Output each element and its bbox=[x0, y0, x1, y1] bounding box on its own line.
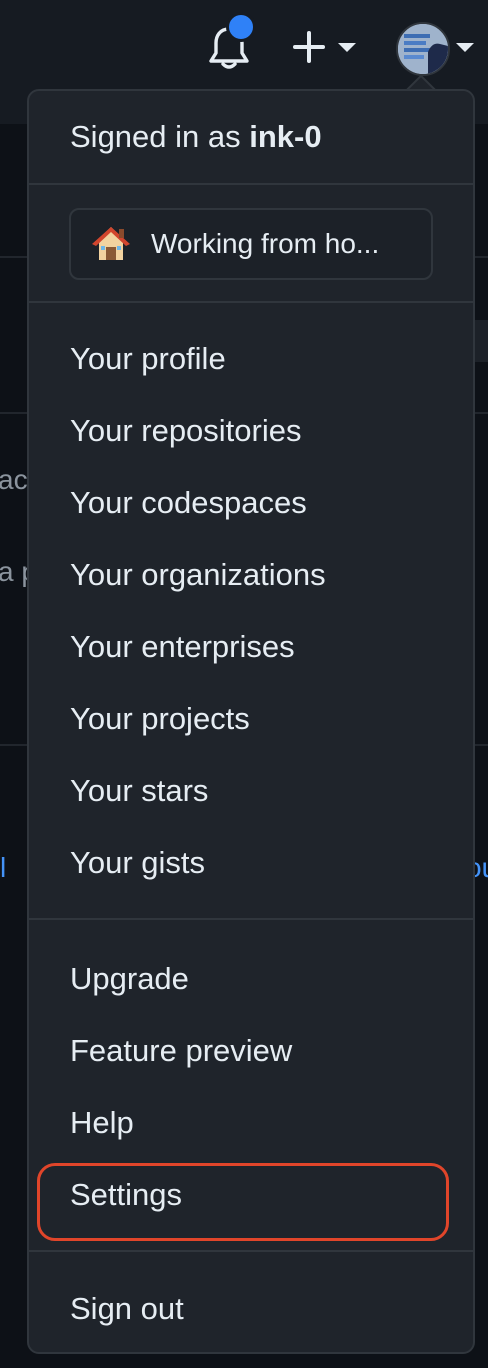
menu-item-feature-preview[interactable]: Feature preview bbox=[70, 1033, 292, 1069]
user-menu-dropdown: Signed in as ink-0 Working from ho... Yo… bbox=[27, 89, 475, 1354]
chevron-down-icon[interactable] bbox=[338, 43, 356, 52]
username: ink-0 bbox=[249, 119, 322, 154]
menu-item-your-gists[interactable]: Your gists bbox=[70, 845, 205, 881]
menu-item-upgrade[interactable]: Upgrade bbox=[70, 961, 189, 997]
menu-divider bbox=[29, 301, 473, 303]
page: ac a p l ou Signed in as ink-0 Working f… bbox=[0, 0, 488, 1368]
chevron-down-icon[interactable] bbox=[456, 43, 474, 52]
set-status-button[interactable]: Working from ho... bbox=[69, 208, 433, 280]
menu-item-your-repositories[interactable]: Your repositories bbox=[70, 413, 302, 449]
status-text: Working from ho... bbox=[151, 228, 380, 259]
menu-item-help[interactable]: Help bbox=[70, 1105, 134, 1141]
menu-item-your-projects[interactable]: Your projects bbox=[70, 701, 250, 737]
house-icon bbox=[92, 227, 130, 260]
menu-item-your-profile[interactable]: Your profile bbox=[70, 341, 226, 377]
signed-in-label: Signed in as ink-0 bbox=[70, 119, 322, 154]
avatar[interactable] bbox=[396, 22, 450, 76]
menu-divider bbox=[29, 1250, 473, 1252]
notification-indicator bbox=[226, 12, 256, 42]
background-link: l bbox=[0, 852, 7, 883]
menu-item-your-enterprises[interactable]: Your enterprises bbox=[70, 629, 295, 665]
settings-highlight-box bbox=[37, 1163, 449, 1241]
plus-icon[interactable] bbox=[292, 30, 326, 64]
menu-divider bbox=[29, 918, 473, 920]
menu-item-sign-out[interactable]: Sign out bbox=[70, 1291, 184, 1327]
menu-item-your-codespaces[interactable]: Your codespaces bbox=[70, 485, 307, 521]
background-text: ac bbox=[0, 464, 28, 495]
menu-item-your-organizations[interactable]: Your organizations bbox=[70, 557, 326, 593]
menu-divider bbox=[29, 183, 473, 185]
menu-item-your-stars[interactable]: Your stars bbox=[70, 773, 208, 809]
